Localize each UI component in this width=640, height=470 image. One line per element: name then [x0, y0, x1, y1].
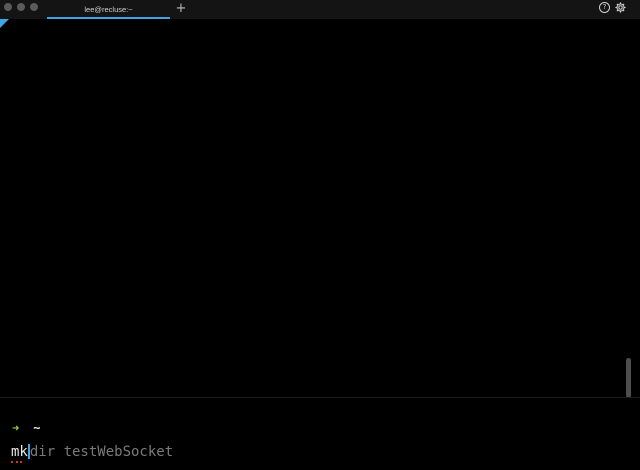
maximize-dot-icon[interactable]	[30, 3, 38, 11]
title-bar: lee@recluse:~ + ?	[0, 0, 640, 19]
minimize-dot-icon[interactable]	[17, 3, 25, 11]
typed-command: mk	[11, 444, 28, 460]
gear-icon[interactable]	[614, 1, 627, 14]
help-circle-icon[interactable]: ?	[599, 2, 610, 13]
close-dot-icon[interactable]	[4, 3, 12, 11]
command-input[interactable]: mk dir testWebSocket	[11, 444, 173, 461]
prompt-arrow-icon: ➜	[12, 421, 20, 435]
terminal-window: lee@recluse:~ + ? ➜ ~ mk dir testWebSocket	[0, 0, 640, 470]
prompt-directory: ~	[33, 421, 41, 435]
error-underline	[11, 461, 22, 463]
active-tab-indicator	[47, 17, 170, 19]
block-divider	[0, 397, 640, 398]
scrollbar-thumb[interactable]	[626, 358, 631, 398]
pane-focus-marker	[0, 19, 9, 28]
shell-prompt: ➜ ~	[12, 421, 40, 435]
autosuggestion: dir testWebSocket	[29, 444, 174, 460]
tab-title: lee@recluse:~	[84, 5, 133, 14]
new-tab-button[interactable]: +	[174, 0, 188, 17]
